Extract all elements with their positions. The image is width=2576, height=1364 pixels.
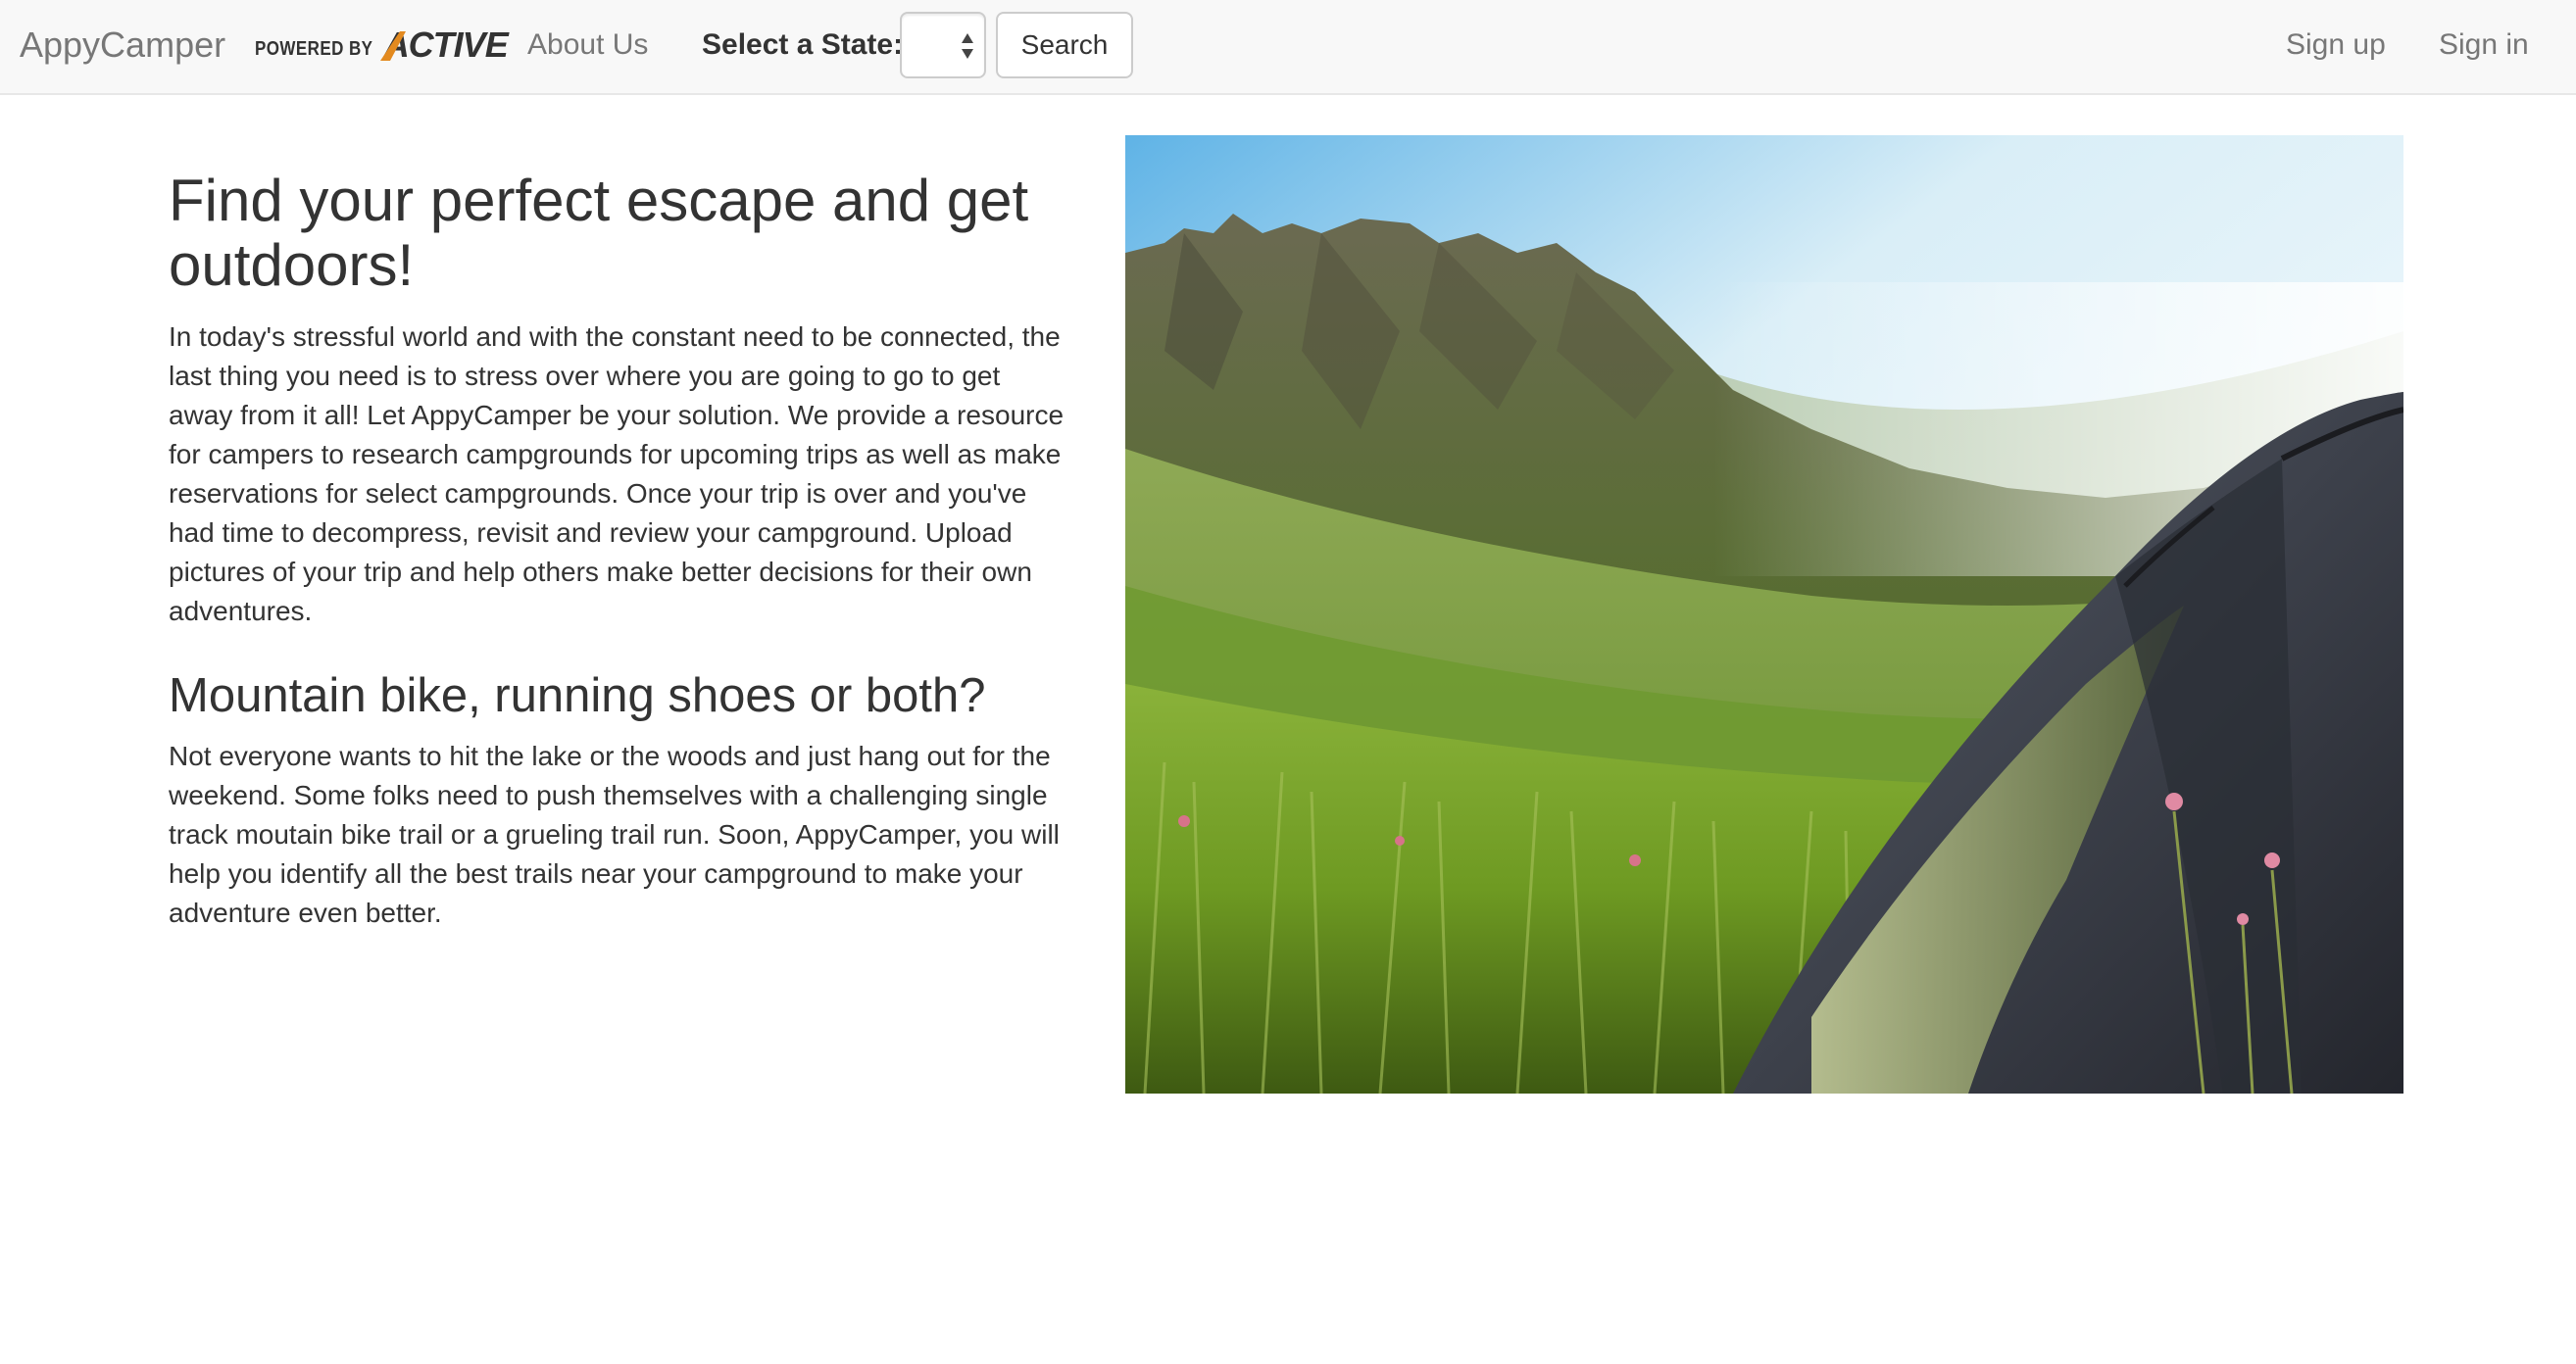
powered-by-text: POWERED BY	[255, 38, 373, 60]
powered-by-active-logo: POWERED BY ACTIVE	[255, 25, 509, 65]
select-arrows-icon	[962, 33, 973, 59]
mountain-tent-photo-icon	[1125, 135, 2403, 1094]
nav-sign-in[interactable]: Sign in	[2439, 22, 2529, 69]
active-swoosh-icon	[379, 31, 406, 61]
navbar: AppyCamper POWERED BY ACTIVE About Us Se…	[0, 0, 2576, 95]
section-subheading: Mountain bike, running shoes or both?	[169, 669, 986, 722]
hero-image	[1125, 135, 2403, 1094]
search-button[interactable]: Search	[996, 12, 1133, 78]
intro-section: Find your perfect escape and get outdoor…	[169, 169, 1070, 933]
state-select[interactable]	[900, 12, 986, 78]
brand-link[interactable]: AppyCamper	[20, 22, 225, 69]
nav-about-us[interactable]: About Us	[527, 22, 648, 69]
trails-paragraph: Not everyone wants to hit the lake or th…	[169, 741, 1060, 928]
page-title: Find your perfect escape and get outdoor…	[169, 168, 1029, 298]
active-logo: ACTIVE	[379, 25, 509, 65]
intro-paragraph: In today's stressful world and with the …	[169, 321, 1065, 626]
state-select-label: Select a State:	[702, 28, 904, 61]
nav-sign-up[interactable]: Sign up	[2286, 22, 2386, 69]
